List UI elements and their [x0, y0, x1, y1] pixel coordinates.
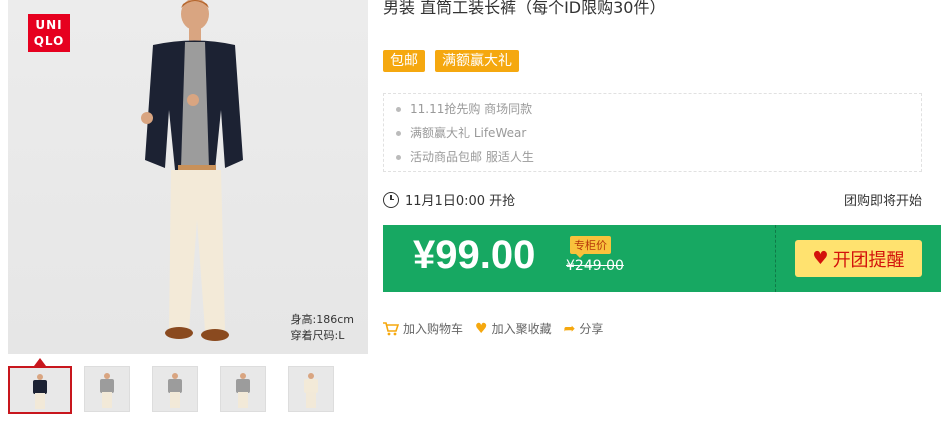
tag-list: 包邮 满额赢大礼 — [383, 50, 529, 72]
heart-outline-icon: ♥ — [475, 320, 488, 337]
remind-button-label: 开团提醒 — [832, 249, 905, 271]
share-label: 分享 — [579, 322, 604, 336]
thumbnail-strip — [8, 366, 356, 414]
remind-button[interactable]: ♥ 开团提醒 — [795, 240, 922, 277]
tag-free-shipping: 包邮 — [383, 50, 425, 72]
thumbnail-3[interactable] — [152, 366, 198, 412]
price-divider — [775, 225, 776, 292]
cart-icon — [383, 321, 399, 335]
heart-icon: ♥ — [812, 248, 829, 269]
model-info: 身高:186cm 穿着尺码:L — [290, 313, 354, 342]
price-bar: ¥99.00 专柜价 ¥249.00 ♥ 开团提醒 — [383, 225, 941, 292]
share-icon: ➦ — [563, 320, 576, 337]
counter-price-label: 专柜价 — [570, 236, 611, 258]
tag-gift: 满额赢大礼 — [435, 50, 519, 72]
sale-timer: 11月1日0:00 开抢 团购即将开始 — [383, 190, 922, 209]
action-bar: 加入购物车 ♥ 加入聚收藏 ➦ 分享 — [383, 320, 615, 337]
promotion-item: 11.11抢先购 商场同款 — [394, 98, 921, 122]
sale-start-time: 11月1日0:00 开抢 — [405, 194, 516, 209]
current-price: ¥99.00 — [413, 233, 536, 277]
share-button[interactable]: ➦ 分享 — [564, 320, 604, 337]
thumb-selected-pointer — [34, 358, 46, 366]
product-page: UNI QLO 身高:186cm 穿着尺码:L 男装 直筒工装长裤（每个ID限购… — [0, 0, 941, 426]
product-main-image: UNI QLO 身高:186cm 穿着尺码:L — [8, 0, 368, 354]
thumbnail-4[interactable] — [220, 366, 266, 412]
promotion-list: 11.11抢先购 商场同款 满额赢大礼 LifeWear 活动商品包邮 服适人生 — [383, 93, 922, 172]
thumbnail-1[interactable] — [8, 366, 72, 414]
thumbnail-2[interactable] — [84, 366, 130, 412]
promotion-item: 活动商品包邮 服适人生 — [394, 146, 921, 170]
favorite-label: 加入聚收藏 — [491, 322, 552, 336]
promotion-item: 满额赢大礼 LifeWear — [394, 122, 921, 146]
sale-status: 团购即将开始 — [843, 194, 922, 209]
model-figure — [141, 0, 243, 341]
favorite-button[interactable]: ♥ 加入聚收藏 — [475, 320, 552, 337]
add-cart-button[interactable]: 加入购物车 — [383, 320, 463, 337]
original-price: ¥249.00 — [566, 258, 624, 274]
product-title: 男装 直筒工装长裤（每个ID限购30件） — [383, 0, 666, 17]
uniqlo-logo: UNI QLO — [28, 14, 70, 52]
thumbnail-5[interactable] — [288, 366, 334, 412]
clock-icon — [383, 191, 399, 208]
add-cart-label: 加入购物车 — [403, 322, 464, 336]
